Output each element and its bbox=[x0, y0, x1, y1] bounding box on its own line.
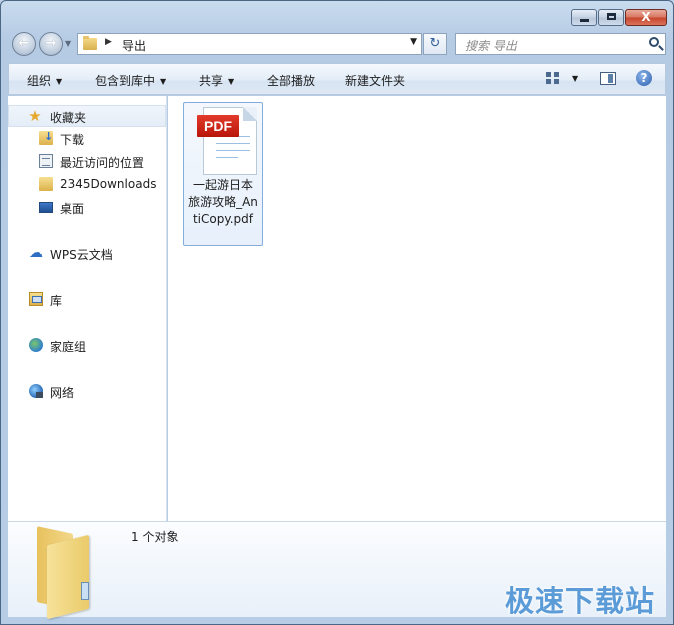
play-all-button[interactable]: 全部播放 bbox=[267, 72, 315, 89]
new-folder-button[interactable]: 新建文件夹 bbox=[345, 72, 405, 89]
forward-arrow-icon: → bbox=[45, 36, 57, 51]
close-icon: X bbox=[641, 10, 651, 24]
include-library-label: 包含到库中 bbox=[95, 74, 156, 88]
folder-icon bbox=[83, 36, 97, 50]
breadcrumb-arrow-icon[interactable]: ▶ bbox=[105, 37, 112, 47]
watermark: 极速下载站 bbox=[505, 584, 656, 618]
file-item[interactable]: PDF 一起游日本旅游攻略_AntiCopy.pdf bbox=[183, 102, 263, 246]
sidebar-item-label: 网络 bbox=[50, 386, 75, 400]
sidebar-item-downloads[interactable]: 下载 bbox=[8, 128, 166, 150]
sidebar-item-label: 库 bbox=[50, 294, 63, 308]
back-button[interactable]: ← bbox=[12, 32, 36, 56]
search-placeholder: 搜索 导出 bbox=[465, 39, 517, 53]
address-bar[interactable]: ▶ 导出 ▼ bbox=[77, 33, 422, 55]
maximize-button[interactable] bbox=[598, 9, 624, 26]
downloads-folder-icon bbox=[39, 130, 53, 145]
maximize-icon bbox=[607, 13, 616, 20]
back-arrow-icon: ← bbox=[18, 36, 30, 51]
sidebar-item-label: 收藏夹 bbox=[50, 111, 87, 125]
sidebar-item-desktop[interactable]: 桌面 bbox=[8, 197, 166, 219]
pdf-file-icon: PDF bbox=[197, 107, 258, 177]
sidebar-item-favorites[interactable]: ★ 收藏夹 bbox=[8, 105, 166, 127]
chevron-down-icon: ▼ bbox=[160, 77, 167, 86]
search-box[interactable]: 搜索 导出 bbox=[455, 33, 666, 55]
explorer-window: X ← → ▼ ▶ 导出 ▼ ↻ 搜索 导出 组织 ▼ 包含到库中 ▼ 共享 ▼ 全部… bbox=[0, 0, 674, 625]
sidebar-item-label: 家庭组 bbox=[50, 340, 87, 354]
refresh-icon: ↻ bbox=[429, 36, 441, 51]
desktop-icon bbox=[39, 202, 53, 213]
folder-icon bbox=[39, 177, 53, 191]
sidebar-item-recent-places[interactable]: 最近访问的位置 bbox=[8, 151, 166, 173]
caption-buttons: X bbox=[571, 9, 667, 26]
breadcrumb-current[interactable]: 导出 bbox=[122, 37, 146, 54]
refresh-button[interactable]: ↻ bbox=[423, 33, 447, 55]
view-dropdown-icon[interactable]: ▼ bbox=[572, 74, 578, 83]
sidebar-item-libraries[interactable]: 库 bbox=[8, 289, 166, 311]
include-library-menu[interactable]: 包含到库中 ▼ bbox=[95, 72, 166, 89]
cloud-icon: ☁ bbox=[29, 245, 43, 261]
close-button[interactable]: X bbox=[625, 9, 667, 26]
chevron-down-icon: ▼ bbox=[228, 77, 235, 86]
sidebar-item-wps-cloud[interactable]: ☁ WPS云文档 bbox=[8, 243, 166, 265]
recent-pages-dropdown[interactable]: ▼ bbox=[65, 39, 71, 48]
navigation-pane: ★ 收藏夹 下载 最近访问的位置 2345Downloads 桌面 ☁ WPS云… bbox=[8, 96, 167, 521]
sidebar-item-2345downloads[interactable]: 2345Downloads bbox=[8, 174, 166, 196]
sidebar-item-homegroup[interactable]: 家庭组 bbox=[8, 335, 166, 357]
file-name[interactable]: 一起游日本旅游攻略_AntiCopy.pdf bbox=[188, 177, 258, 228]
search-icon[interactable] bbox=[649, 37, 659, 47]
minimize-button[interactable] bbox=[571, 9, 597, 26]
preview-pane-icon[interactable] bbox=[600, 72, 616, 85]
pdf-badge: PDF bbox=[197, 115, 239, 137]
address-dropdown-icon[interactable]: ▼ bbox=[410, 37, 417, 47]
recent-places-icon bbox=[39, 154, 53, 168]
view-options-icon[interactable] bbox=[546, 72, 560, 85]
sidebar-item-label: 最近访问的位置 bbox=[60, 156, 145, 170]
share-menu[interactable]: 共享 ▼ bbox=[199, 72, 234, 89]
help-icon[interactable]: ? bbox=[636, 70, 652, 86]
command-bar: 组织 ▼ 包含到库中 ▼ 共享 ▼ 全部播放 新建文件夹 ▼ ? bbox=[8, 63, 666, 95]
share-label: 共享 bbox=[199, 74, 224, 88]
large-folder-icon bbox=[33, 526, 93, 620]
organize-label: 组织 bbox=[27, 74, 52, 88]
star-icon: ★ bbox=[28, 107, 42, 125]
libraries-icon bbox=[29, 292, 43, 306]
sidebar-item-label: 下载 bbox=[60, 133, 85, 147]
forward-button[interactable]: → bbox=[39, 32, 63, 56]
item-count: 1 个对象 bbox=[131, 530, 179, 544]
organize-menu[interactable]: 组织 ▼ bbox=[27, 72, 62, 89]
details-pane: 1 个对象 极速下载站 bbox=[8, 521, 666, 620]
minimize-icon bbox=[580, 19, 589, 22]
sidebar-item-label: WPS云文档 bbox=[50, 248, 113, 262]
network-icon bbox=[29, 384, 43, 398]
sidebar-item-label: 桌面 bbox=[60, 202, 85, 216]
sidebar-item-network[interactable]: 网络 bbox=[8, 381, 166, 403]
chevron-down-icon: ▼ bbox=[56, 77, 63, 86]
homegroup-icon bbox=[29, 338, 43, 352]
file-list[interactable]: PDF 一起游日本旅游攻略_AntiCopy.pdf bbox=[168, 96, 666, 521]
sidebar-item-label: 2345Downloads bbox=[60, 177, 157, 191]
